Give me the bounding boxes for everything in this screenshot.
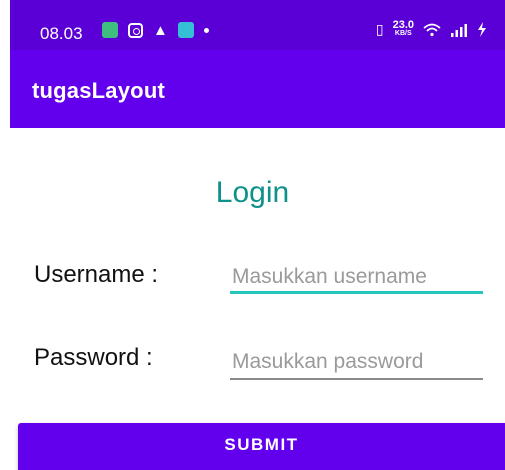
vibrate-icon: ▯	[375, 21, 384, 37]
network-speed-unit: KB/S	[394, 30, 412, 38]
status-bar: 08.03 ▲ ▯ 23.0 KB/S	[10, 0, 505, 50]
app-bar: tugasLayout	[10, 50, 505, 128]
dot-icon	[203, 27, 209, 33]
signal-icon	[451, 23, 467, 37]
submit-button[interactable]: SUBMIT	[18, 423, 505, 470]
status-time: 08.03	[40, 24, 83, 43]
username-input[interactable]	[230, 262, 483, 294]
network-speed: 23.0 KB/S	[393, 20, 414, 38]
wifi-icon	[423, 23, 441, 36]
password-label: Password :	[34, 344, 153, 371]
instagram-icon	[128, 22, 143, 38]
app-title: tugasLayout	[32, 78, 165, 103]
login-title: Login	[215, 176, 290, 209]
password-input[interactable]	[230, 346, 483, 380]
status-right-icons: ▯ 23.0 KB/S	[375, 20, 487, 38]
charging-icon	[478, 22, 486, 37]
app-notification-icon	[102, 22, 118, 38]
username-label: Username :	[34, 261, 159, 288]
notification-icons: ▲	[102, 22, 209, 38]
warning-icon: ▲	[153, 21, 168, 39]
chat-icon	[177, 22, 194, 38]
